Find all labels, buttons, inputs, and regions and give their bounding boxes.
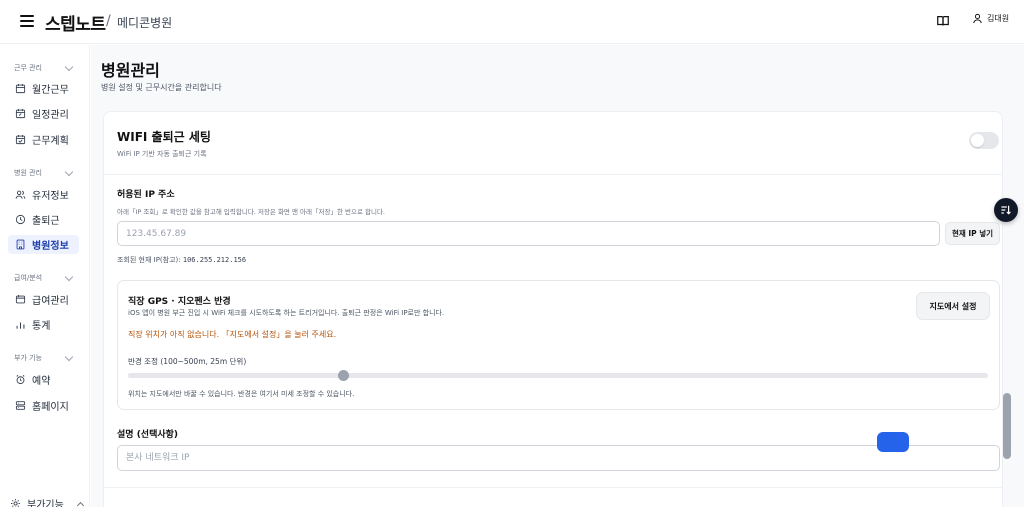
wifi-settings-card: WIFI 출퇴근 세팅 WiFi IP 기반 자동 출퇴근 기록 허용된 IP … bbox=[103, 111, 1003, 507]
sidebar-item-user-info[interactable]: 유저정보 bbox=[8, 185, 79, 204]
sidebar-item-label: 출퇴근 bbox=[32, 216, 60, 227]
radius-slider-thumb[interactable] bbox=[338, 370, 349, 381]
sidebar-item-label: 월간근무 bbox=[32, 85, 69, 96]
sidebar-item-label: 급여관리 bbox=[32, 296, 69, 307]
sidebar-item-monthly-work[interactable]: 월간근무 bbox=[8, 79, 79, 98]
users-icon bbox=[15, 190, 26, 199]
current-ip-value: 106.255.212.156 bbox=[182, 256, 247, 264]
sidebar-item-label: 일정관리 bbox=[32, 110, 69, 121]
sidebar-item-stats[interactable]: 통계 bbox=[8, 315, 79, 334]
clock-icon bbox=[15, 214, 26, 225]
current-ip-note: 조회된 현재 IP(참고): 106.255.212.156 bbox=[117, 255, 246, 265]
sidebar-item-label: 예약 bbox=[32, 376, 51, 387]
sidebar-item-label: 근무계획 bbox=[32, 136, 69, 147]
sidebar-item-homepage[interactable]: 홈페이지 bbox=[8, 396, 79, 415]
insert-current-ip-button[interactable]: 현재 IP 넣기 bbox=[945, 222, 1000, 245]
sort-icon bbox=[1001, 205, 1011, 215]
wifi-section-subtitle: WiFi IP 기반 자동 출퇴근 기록 bbox=[117, 150, 207, 158]
sidebar-item-work-plan[interactable]: 근무계획 bbox=[8, 130, 79, 149]
allowed-ip-label: 허용된 IP 주소 bbox=[117, 190, 175, 200]
calendar-edit-icon bbox=[15, 109, 26, 119]
sidebar-group-payroll[interactable]: 급여/분석 bbox=[14, 272, 74, 283]
user-menu[interactable]: 김대원 bbox=[972, 13, 1009, 24]
wallet-icon bbox=[15, 295, 26, 304]
breadcrumb-separator: / bbox=[106, 13, 111, 29]
set-on-map-button[interactable]: 지도에서 설정 bbox=[916, 292, 990, 320]
brand-logo[interactable]: 스텝노트 bbox=[45, 10, 106, 35]
sidebar-group-label: 근무 관리 bbox=[14, 64, 42, 72]
top-header: 스텝노트 / 메디콘병원 김대원 bbox=[0, 0, 1024, 44]
gps-warning: 직장 위치가 아직 없습니다. 「지도에서 설정」을 눌러 주세요. bbox=[128, 330, 337, 339]
chevron-down-icon bbox=[64, 352, 74, 361]
chevron-up-icon bbox=[76, 501, 84, 507]
save-button[interactable] bbox=[877, 432, 909, 452]
sidebar-group-label: 병원 관리 bbox=[14, 169, 42, 177]
gps-description: iOS 앱이 병원 부근 진입 시 WiFi 체크를 시도하도록 하는 트리거입… bbox=[128, 309, 445, 317]
page-scrollbar[interactable] bbox=[1003, 393, 1011, 459]
gear-icon bbox=[11, 499, 20, 507]
sidebar-item-label: 유저정보 bbox=[32, 191, 69, 202]
radius-label: 반경 조정 (100~500m, 25m 단위) bbox=[128, 357, 247, 366]
alarm-icon bbox=[16, 375, 25, 385]
allowed-ip-hint: 아래「IP 조회」로 확인한 값을 참고해 입력합니다. 저장은 화면 맨 아래… bbox=[117, 208, 385, 216]
breadcrumb-hospital[interactable]: 메디콘병원 bbox=[117, 14, 172, 31]
chevron-down-icon bbox=[64, 167, 74, 176]
user-name: 김대원 bbox=[987, 14, 1010, 23]
description-input[interactable] bbox=[117, 445, 1000, 471]
menu-icon[interactable] bbox=[20, 15, 34, 27]
sidebar-group-label: 급여/분석 bbox=[14, 274, 43, 282]
sidebar-item-payroll[interactable]: 급여관리 bbox=[8, 290, 79, 309]
gps-title: 직장 GPS · 지오펜스 반경 bbox=[128, 297, 231, 307]
wifi-section-title: WIFI 출퇴근 세팅 bbox=[117, 130, 211, 144]
radius-slider-fill bbox=[128, 373, 343, 378]
sidebar-item-hospital-info[interactable]: 병원정보 bbox=[8, 235, 79, 254]
gps-footer-note: 위치는 지도에서만 바꿀 수 있습니다. 반경은 여기서 미세 조정할 수 있습… bbox=[128, 390, 355, 398]
divider bbox=[104, 487, 1002, 488]
sidebar-group-extra[interactable]: 부가 기능 bbox=[14, 352, 74, 363]
calendar-icon bbox=[15, 84, 26, 94]
current-ip-label: 조회된 현재 IP(참고): bbox=[117, 256, 181, 264]
divider bbox=[104, 174, 1002, 175]
user-icon bbox=[973, 13, 982, 24]
gps-geofence-panel: 직장 GPS · 지오펜스 반경 iOS 앱이 병원 부근 진입 시 WiFi … bbox=[117, 280, 1000, 410]
sidebar-group-hospital[interactable]: 병원 관리 bbox=[14, 167, 74, 178]
sidebar-item-label: 통계 bbox=[32, 321, 51, 332]
page-subtitle: 병원 설정 및 근무시간을 관리합니다 bbox=[101, 83, 222, 92]
sidebar: 근무 관리 월간근무 일정관리 근무계획 병원 관리 유저정보 출퇴근 병원정보… bbox=[0, 45, 90, 507]
book-icon[interactable] bbox=[936, 14, 950, 28]
sidebar-item-reservation[interactable]: 예약 bbox=[8, 370, 79, 389]
calendar-check-icon bbox=[15, 135, 26, 145]
sidebar-group-label: 부가 기능 bbox=[14, 354, 42, 362]
sidebar-item-attendance[interactable]: 출퇴근 bbox=[8, 210, 79, 229]
bar-chart-icon bbox=[16, 322, 25, 329]
sidebar-item-schedule[interactable]: 일정관리 bbox=[8, 104, 79, 123]
chevron-down-icon bbox=[64, 62, 74, 71]
allowed-ip-input[interactable] bbox=[117, 221, 940, 246]
radius-slider[interactable] bbox=[128, 370, 988, 381]
sidebar-footer-extra[interactable]: 부가기능 bbox=[10, 496, 84, 507]
sidebar-item-label: 홈페이지 bbox=[32, 402, 69, 413]
floating-action-button[interactable] bbox=[994, 198, 1018, 222]
sidebar-item-label: 병원정보 bbox=[32, 241, 69, 252]
description-label: 설명 (선택사항) bbox=[117, 430, 179, 440]
wifi-toggle[interactable] bbox=[969, 132, 999, 149]
sidebar-group-work[interactable]: 근무 관리 bbox=[14, 62, 74, 73]
chevron-down-icon bbox=[64, 272, 74, 281]
page-title: 병원관리 bbox=[101, 61, 160, 80]
building-icon bbox=[16, 239, 25, 250]
layout-icon bbox=[15, 401, 26, 410]
sidebar-footer-label: 부가기능 bbox=[27, 500, 64, 507]
